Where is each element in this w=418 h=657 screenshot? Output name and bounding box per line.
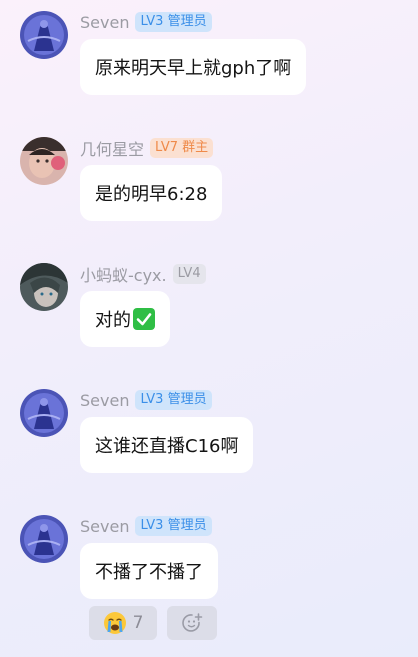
sender-avatar[interactable] <box>20 263 68 311</box>
message-text: 不播了不播了 <box>95 562 203 583</box>
message-header: Seven LV3 管理员 <box>80 515 212 537</box>
level-badge: LV3 管理员 <box>135 390 212 410</box>
message-bubble[interactable]: 不播了不播了 <box>80 543 218 599</box>
sender-avatar[interactable] <box>20 11 68 59</box>
message-header: 几何星空 LV7 群主 <box>80 136 214 160</box>
sender-avatar[interactable] <box>20 389 68 437</box>
sender-avatar[interactable] <box>20 515 68 563</box>
message-text: 原来明天早上就gph了啊 <box>95 58 292 79</box>
message-text: 对的 <box>95 310 131 331</box>
reaction-crying-face[interactable]: 7 <box>89 606 157 640</box>
message-header: Seven LV3 管理员 <box>80 389 212 411</box>
message-bubble[interactable]: 这谁还直播C16啊 <box>80 417 254 473</box>
crying-face-emoji-icon <box>103 612 126 634</box>
avatar-person-pink-icon <box>20 137 68 185</box>
message-bubble[interactable]: 原来明天早上就gph了啊 <box>80 39 307 95</box>
check-mark-emoji-icon <box>133 308 155 330</box>
message-bubble[interactable]: 对的 <box>80 291 170 347</box>
level-badge: LV3 管理员 <box>135 516 212 536</box>
add-reaction-icon <box>182 613 203 632</box>
avatar-blue-figure-icon <box>20 515 68 563</box>
add-reaction-button[interactable] <box>167 606 217 640</box>
sender-name[interactable]: 小蚂蚁-cyx. <box>80 262 167 286</box>
sender-name[interactable]: 几何星空 <box>80 136 144 160</box>
reaction-count: 7 <box>132 613 144 633</box>
avatar-blue-figure-icon <box>20 11 68 59</box>
avatar-blue-figure-icon <box>20 389 68 437</box>
sender-name[interactable]: Seven <box>80 517 129 536</box>
message-text: 这谁还直播C16啊 <box>95 436 239 457</box>
level-badge: LV3 管理员 <box>135 12 212 32</box>
message-bubble[interactable]: 是的明早6:28 <box>80 165 223 221</box>
sender-name[interactable]: Seven <box>80 13 129 32</box>
message-header: Seven LV3 管理员 <box>80 11 212 33</box>
avatar-anime-dark-icon <box>20 263 68 311</box>
level-badge: LV4 <box>172 264 206 284</box>
sender-name[interactable]: Seven <box>80 391 129 410</box>
message-header: 小蚂蚁-cyx. LV4 <box>80 263 206 285</box>
message-text: 是的明早6:28 <box>95 184 208 205</box>
reaction-bar: 7 <box>89 606 217 640</box>
sender-avatar[interactable] <box>20 137 68 185</box>
level-badge: LV7 群主 <box>150 138 214 158</box>
